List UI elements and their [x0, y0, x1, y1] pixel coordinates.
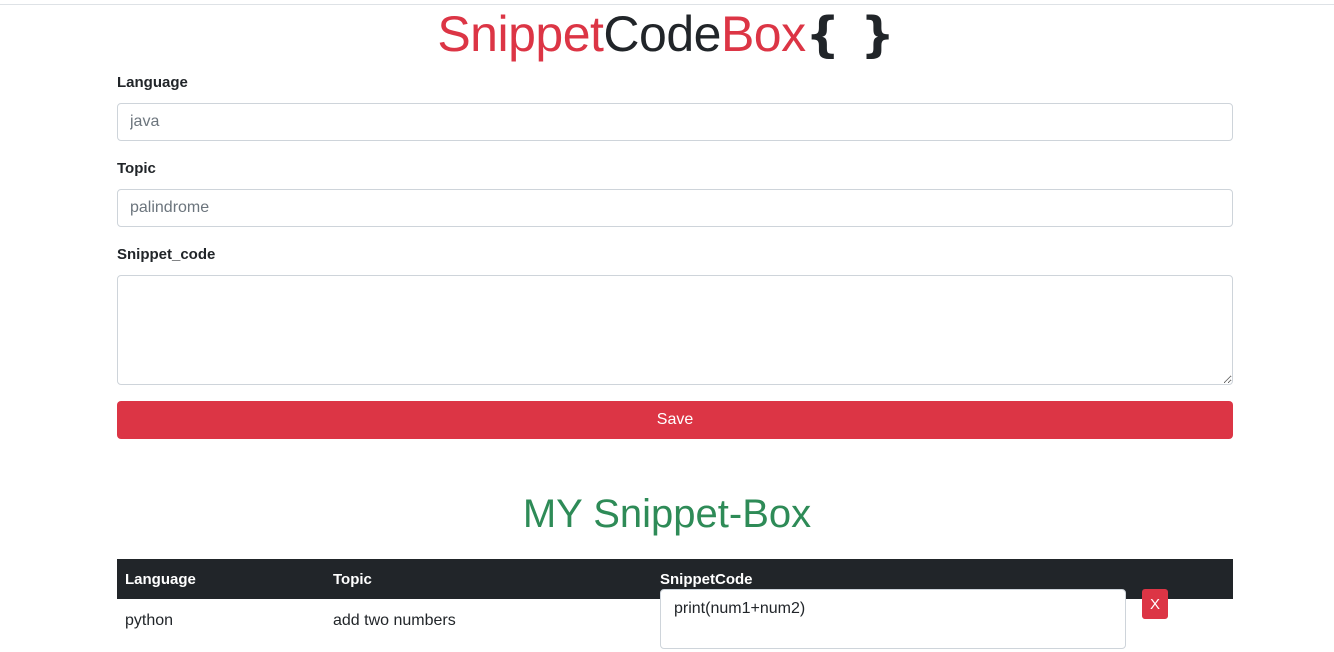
snippet-code-textarea[interactable] — [117, 275, 1233, 385]
language-label: Language — [117, 74, 188, 91]
save-button[interactable]: Save — [117, 401, 1233, 439]
snippet-code-label: Snippet_code — [117, 246, 216, 263]
brand-word-box: Box — [720, 6, 806, 62]
brand-word-snippet: Snippet — [437, 6, 604, 62]
column-header-language: Language — [125, 571, 196, 588]
braces-icon: { } — [805, 7, 897, 63]
snippet-box-title: MY Snippet-Box — [522, 492, 812, 536]
topic-label: Topic — [117, 160, 156, 177]
brand-word-code: Code — [603, 6, 721, 62]
row-topic: add two numbers — [333, 612, 456, 629]
table-row: python add two numbers print(num1+num2) … — [117, 589, 1233, 652]
row-language: python — [125, 612, 174, 629]
brand-logo: SnippetCodeBox{ } — [0, 4, 1334, 65]
topic-input[interactable] — [117, 189, 1233, 227]
column-header-snippetcode: SnippetCode — [660, 571, 753, 588]
delete-button[interactable]: X — [1142, 589, 1168, 619]
row-snippet-code[interactable]: print(num1+num2) — [660, 589, 1126, 649]
snippets-table: Language Topic SnippetCode python add tw… — [117, 559, 1233, 652]
language-input[interactable] — [117, 103, 1233, 141]
column-header-topic: Topic — [333, 571, 372, 588]
